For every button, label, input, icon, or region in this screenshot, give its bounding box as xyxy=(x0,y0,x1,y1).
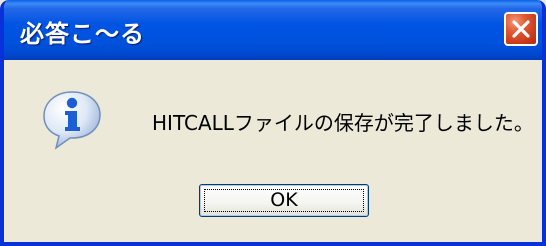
dialog-message: HITCALLファイルの保存が完了しました。 xyxy=(152,111,534,135)
title-bar[interactable]: 必答こ〜る xyxy=(4,0,542,60)
message-dialog: 必答こ〜る HITCALLファイルの保存が完了しました。 OK xyxy=(0,0,546,246)
ok-button[interactable]: OK xyxy=(199,184,369,217)
ok-button-label: OK xyxy=(270,189,298,211)
close-button[interactable] xyxy=(504,12,538,46)
dialog-title: 必答こ〜る xyxy=(20,20,145,48)
close-icon xyxy=(512,20,530,38)
info-icon xyxy=(43,91,101,150)
